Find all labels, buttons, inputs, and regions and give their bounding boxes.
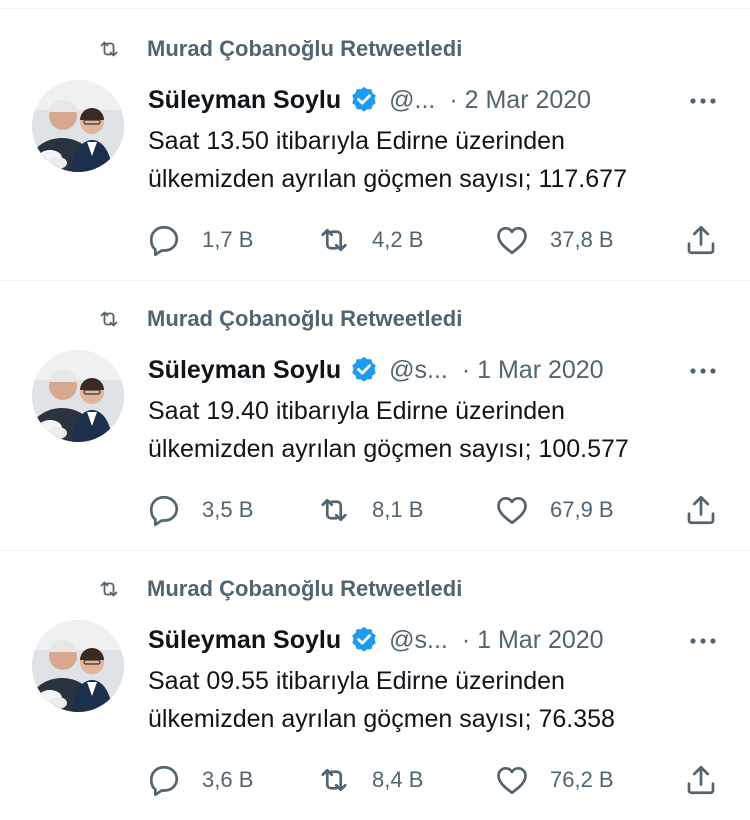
verified-badge-icon xyxy=(349,355,379,385)
tweet-date[interactable]: · 2 Mar 2020 xyxy=(449,86,591,115)
tweet-text: Saat 09.55 itibarıyla Edirne üzerinden ü… xyxy=(148,662,728,738)
retweet-context: Murad Çobanoğlu Retweetledi xyxy=(93,574,462,604)
avatar[interactable] xyxy=(32,350,124,442)
tweet-actions: 3,6 B 8,4 B 76,2 B xyxy=(146,762,726,798)
reply-count: 3,6 B xyxy=(202,767,254,792)
reply-button[interactable]: 1,7 B xyxy=(146,222,253,258)
retweet-count: 4,2 B xyxy=(372,227,424,252)
tweet-card[interactable]: Murad Çobanoğlu Retweetledi Süleyman Soy… xyxy=(0,10,750,281)
timeline-feed: Murad Çobanoğlu Retweetledi Süleyman Soy… xyxy=(0,0,750,819)
tweet-date[interactable]: · 1 Mar 2020 xyxy=(462,626,604,655)
like-button[interactable]: 67,9 B xyxy=(494,492,614,528)
tweet-actions: 3,5 B 8,1 B 67,9 B xyxy=(146,492,726,528)
like-button[interactable]: 76,2 B xyxy=(494,762,614,798)
like-count: 67,9 B xyxy=(550,497,614,522)
retweet-icon xyxy=(93,307,125,331)
tweet-actions: 1,7 B 4,2 B 37,8 B xyxy=(146,222,726,258)
reply-count: 3,5 B xyxy=(202,497,254,522)
heart-icon xyxy=(494,492,530,528)
like-count: 76,2 B xyxy=(550,767,614,792)
retweet-button[interactable]: 8,1 B xyxy=(316,492,423,528)
retweet-context: Murad Çobanoğlu Retweetledi xyxy=(93,34,462,64)
retweet-button[interactable]: 8,4 B xyxy=(316,762,423,798)
tweet-text-line: ülkemizden ayrılan göçmen sayısı; 76.358 xyxy=(148,705,615,733)
author-handle[interactable]: @s... xyxy=(389,626,448,655)
retweeted-by-label: Murad Çobanoğlu Retweetledi xyxy=(147,306,463,331)
retweet-count: 8,1 B xyxy=(372,497,424,522)
reply-button[interactable]: 3,6 B xyxy=(146,762,253,798)
more-options-icon[interactable] xyxy=(686,86,720,116)
retweeted-by-label: Murad Çobanoğlu Retweetledi xyxy=(147,36,463,61)
tweet-header: Süleyman Soylu @s... · 1 Mar 2020 xyxy=(148,620,720,660)
author-name[interactable]: Süleyman Soylu xyxy=(148,626,341,655)
tweet-header: Süleyman Soylu @... · 2 Mar 2020 xyxy=(148,80,720,120)
tweet-text: Saat 13.50 itibarıyla Edirne üzerinden ü… xyxy=(148,122,728,198)
author-handle[interactable]: @... xyxy=(389,86,435,115)
reply-button[interactable]: 3,5 B xyxy=(146,492,253,528)
share-button[interactable] xyxy=(683,492,719,528)
tweet-card[interactable]: Murad Çobanoğlu Retweetledi Süleyman Soy… xyxy=(0,550,750,820)
more-options-icon[interactable] xyxy=(686,626,720,656)
reply-count: 1,7 B xyxy=(202,227,254,252)
avatar[interactable] xyxy=(32,80,124,172)
tweet-text-line: ülkemizden ayrılan göçmen sayısı; 117.67… xyxy=(148,165,627,193)
avatar[interactable] xyxy=(32,620,124,712)
retweet-icon xyxy=(316,492,352,528)
tweet-text-line: Saat 19.40 itibarıyla Edirne üzerinden xyxy=(148,397,565,425)
share-icon xyxy=(683,492,719,528)
retweet-context: Murad Çobanoğlu Retweetledi xyxy=(93,304,462,334)
tweet-text: Saat 19.40 itibarıyla Edirne üzerinden ü… xyxy=(148,392,728,468)
share-button[interactable] xyxy=(683,222,719,258)
verified-badge-icon xyxy=(349,625,379,655)
tweet-text-line: Saat 09.55 itibarıyla Edirne üzerinden xyxy=(148,667,565,695)
retweet-icon xyxy=(93,577,125,601)
retweet-icon xyxy=(316,762,352,798)
more-options-icon[interactable] xyxy=(686,356,720,386)
reply-icon xyxy=(146,222,182,258)
author-name[interactable]: Süleyman Soylu xyxy=(148,356,341,385)
author-handle[interactable]: @s... xyxy=(389,356,448,385)
heart-icon xyxy=(494,222,530,258)
like-button[interactable]: 37,8 B xyxy=(494,222,614,258)
share-icon xyxy=(683,222,719,258)
author-name[interactable]: Süleyman Soylu xyxy=(148,86,341,115)
reply-icon xyxy=(146,762,182,798)
retweet-icon xyxy=(316,222,352,258)
heart-icon xyxy=(494,762,530,798)
share-icon xyxy=(683,762,719,798)
share-button[interactable] xyxy=(683,762,719,798)
tweet-text-line: Saat 13.50 itibarıyla Edirne üzerinden xyxy=(148,127,565,155)
tweet-card[interactable]: Murad Çobanoğlu Retweetledi Süleyman Soy… xyxy=(0,280,750,551)
verified-badge-icon xyxy=(349,85,379,115)
retweeted-by-label: Murad Çobanoğlu Retweetledi xyxy=(147,576,463,601)
top-divider xyxy=(0,8,750,9)
tweet-header: Süleyman Soylu @s... · 1 Mar 2020 xyxy=(148,350,720,390)
retweet-button[interactable]: 4,2 B xyxy=(316,222,423,258)
tweet-date[interactable]: · 1 Mar 2020 xyxy=(462,356,604,385)
like-count: 37,8 B xyxy=(550,227,614,252)
tweet-text-line: ülkemizden ayrılan göçmen sayısı; 100.57… xyxy=(148,435,629,463)
retweet-icon xyxy=(93,37,125,61)
retweet-count: 8,4 B xyxy=(372,767,424,792)
reply-icon xyxy=(146,492,182,528)
